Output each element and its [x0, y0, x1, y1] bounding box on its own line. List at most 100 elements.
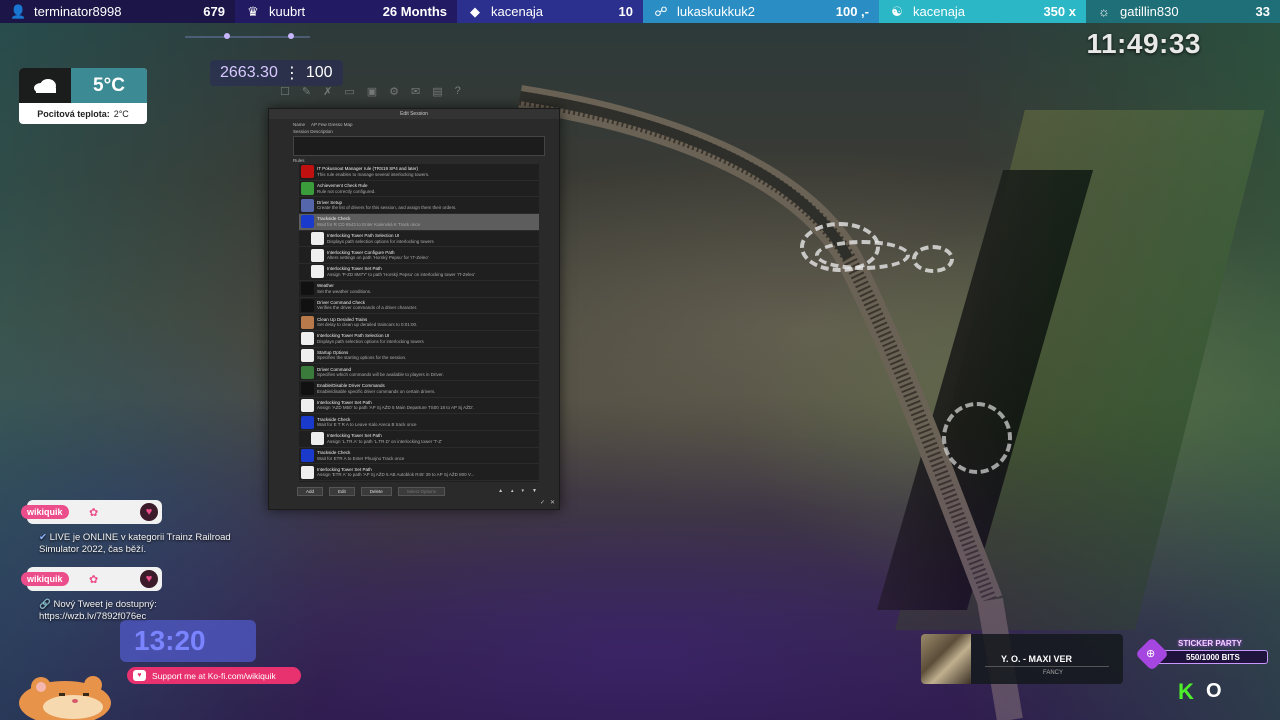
slider-dot [288, 33, 294, 39]
song-progress [985, 666, 1109, 667]
rule-description: Rule not correctly configured. [317, 188, 376, 194]
rule-item[interactable]: Driver Command Specifies which commands w… [299, 364, 539, 381]
toolbar-icon[interactable]: ⚙ [389, 85, 399, 98]
move-top-icon[interactable]: ▲ [498, 488, 503, 494]
rule-item[interactable]: Interlocking Tower Path Selection UI Disp… [299, 231, 539, 248]
sticker-title: STICKER PARTY [1178, 639, 1242, 648]
kofi-cup-icon: ♥ [133, 670, 146, 681]
kofi-banner[interactable]: ♥ Support me at Ko-fi.com/wikiquik [127, 667, 301, 684]
rule-description: Specifies the starting options for the s… [317, 355, 407, 361]
rule-description: Alters settings on path 'Horský Pepsu' f… [327, 255, 429, 261]
toolbar-icon[interactable]: ▤ [432, 85, 442, 98]
toolbar-icon[interactable]: ▭ [344, 85, 354, 98]
rule-icon [301, 382, 314, 396]
sticker-bits: 550/1000 BITS [1186, 653, 1240, 662]
chat-message-text: Nový Tweet je dostupný: https://wzb.lv/7… [39, 599, 157, 622]
song-artist: FANCY [1043, 670, 1064, 676]
rule-item[interactable]: Driver Setup Create the list of drivers f… [299, 197, 539, 215]
move-down-icon[interactable]: ▾ [522, 488, 525, 494]
rule-item[interactable]: Driver Command Check Verifies the driver … [299, 298, 539, 315]
rule-icon [301, 315, 314, 329]
chat-user-badge: wikiquik ✿ ♥ [21, 567, 162, 591]
topbar-subscriber: ♛ kuubrt 26 Months [235, 0, 457, 23]
window-title: Edit Session [269, 109, 559, 119]
delete-button[interactable]: Delete [360, 486, 392, 496]
waypoint-ring[interactable] [815, 240, 910, 270]
toolbar-icon[interactable]: ☐ [280, 85, 290, 98]
rule-item[interactable]: Trackside Check Wait for ETR A to Enter P… [299, 448, 539, 465]
counter-value: 2663.30 [220, 64, 278, 81]
rule-description: Assign 'ETR A' to path 'AP Sj AŽD 5 AB A… [317, 472, 475, 478]
heart-icon: ♥ [140, 570, 158, 588]
rule-description: Displays path selection options for inte… [327, 238, 434, 244]
session-name-field[interactable]: AP Few Gresso Map [311, 122, 352, 127]
diamond-icon: ◆ [470, 3, 480, 19]
temperature: 5°C [71, 68, 147, 103]
waypoint-ring[interactable] [912, 245, 954, 273]
move-bottom-icon[interactable]: ▼ [532, 488, 537, 494]
rule-description: Specifies which commands will be availab… [317, 372, 444, 378]
close-icon[interactable]: ✕ [550, 499, 555, 506]
toolbar-icon[interactable]: ✉ [411, 85, 420, 98]
rule-text: Interlocking Tower Set Path Assign 'L.TR.… [327, 433, 442, 444]
kick-logo: K O [1178, 680, 1222, 703]
topbar-value: 100 ,- [835, 4, 869, 19]
topbar-value: 26 Months [382, 4, 447, 19]
rule-icon [301, 449, 314, 463]
rule-item[interactable]: Interlocking Tower Set Path Assign 'ETR A… [299, 464, 539, 482]
confirm-icon[interactable]: ✓ [540, 499, 545, 506]
rule-description: Wait for R CD 6543 to Enter Kalenská K T… [317, 221, 421, 227]
rule-icon [301, 365, 314, 379]
feels-like-label: Pocitová teplota: [37, 108, 110, 119]
check-icon: ✔ [39, 532, 47, 543]
hamster-mascot [19, 676, 111, 720]
community-icon: ☼ [1098, 4, 1110, 19]
rule-text: Interlocking Tower Set Path Assign 'ETR A… [317, 467, 474, 478]
rule-text: Driver Setup Create the list of drivers f… [317, 200, 457, 211]
rule-item[interactable]: Startup Options Specifies the starting op… [299, 348, 539, 365]
rule-description: Wait for E T R A to Leave Kalo Areca B t… [317, 422, 417, 428]
toolbar-icon[interactable]: ✗ [323, 85, 332, 98]
rule-item[interactable]: Clean Up Derailed Trains Set delay to cle… [299, 314, 539, 331]
rules-label: Rules [293, 158, 305, 163]
toolbar-icon[interactable]: ▣ [367, 85, 377, 98]
move-up-icon[interactable]: ▴ [511, 488, 514, 494]
rule-item[interactable]: Enable/Disable Driver Commands Enable/dis… [299, 381, 539, 398]
description-field[interactable] [293, 136, 545, 156]
waypoint-ring[interactable] [942, 402, 1012, 474]
rule-icon [301, 415, 314, 429]
rule-item[interactable]: Achievement Check Rule Rule not correctly… [299, 181, 539, 198]
rule-item[interactable]: Interlocking Tower Configure Path Alters … [299, 247, 539, 265]
link-icon: 🔗 [39, 599, 51, 610]
counter-separator: ⋮ [283, 65, 300, 82]
rule-text: IT Pokusnout Manager rule (TRS19 SP4 and… [317, 166, 429, 177]
cloud-icon [19, 68, 71, 103]
rule-item[interactable]: Interlocking Tower Set Path Assign 'L.TR.… [299, 431, 539, 448]
heart-icon: ♥ [140, 503, 158, 521]
rule-item[interactable]: Trackside Check Wait for R CD 6543 to Ent… [299, 214, 539, 231]
rule-item[interactable]: Trackside Check Wait for E T R A to Leave… [299, 414, 539, 431]
topbar-donation: ☍ lukaskukkuk2 100 ,- [643, 0, 879, 23]
rule-title: Achievement Check Rule [317, 183, 368, 189]
session-name-row: Name AP Few Gresso Map [293, 122, 352, 127]
clock: 11:49:33 [1086, 28, 1201, 59]
help-icon[interactable]: ? [455, 85, 461, 97]
rule-item[interactable]: Interlocking Tower Path Selection UI Disp… [299, 331, 539, 348]
rule-text: Interlocking Tower Set Path Assign 'AZD M… [317, 400, 474, 411]
name-label: Name [293, 122, 306, 127]
edit-button[interactable]: Edit [329, 486, 355, 496]
toolbar-icon[interactable]: ✎ [302, 85, 311, 98]
add-button[interactable]: Add [297, 486, 324, 496]
bits-icon: ☯ [891, 3, 903, 19]
rule-item[interactable]: IT Pokusnout Manager rule (TRS19 SP4 and… [299, 164, 539, 181]
rule-text: Achievement Check Rule Rule not correctly… [317, 183, 376, 194]
rule-item[interactable]: Interlocking Tower Set Path Assign 'AZD M… [299, 398, 539, 415]
rule-text: Enable/Disable Driver Commands Enable/dis… [317, 383, 436, 394]
rule-item[interactable]: Interlocking Tower Set Path Assign 'P-ZD … [299, 264, 539, 281]
select-options-button[interactable]: Select Options [397, 486, 446, 496]
rule-description: Set delay to clean up derailed traincars… [317, 322, 418, 328]
rule-item[interactable]: Weather Set the weather conditions. [299, 281, 539, 298]
rules-list[interactable]: IT Pokusnout Manager rule (TRS19 SP4 and… [299, 164, 539, 482]
rule-icon [301, 215, 314, 229]
game-toolbar[interactable]: ☐ ✎ ✗ ▭ ▣ ⚙ ✉ ▤ ? [270, 82, 510, 100]
